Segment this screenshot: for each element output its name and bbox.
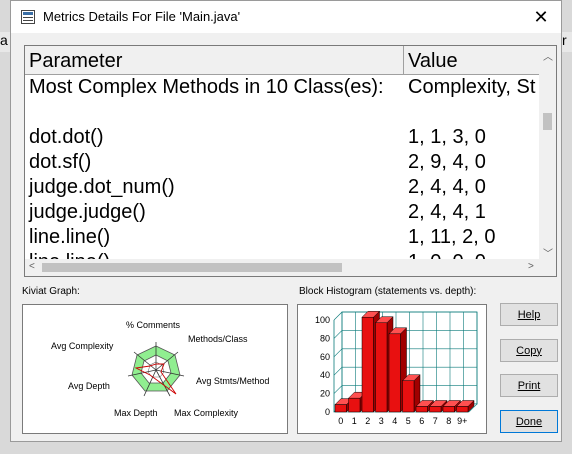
histogram-bar — [348, 397, 361, 413]
metrics-dialog: Metrics Details For File 'Main.java' ✕ P… — [10, 0, 562, 442]
histogram-x-tick: 3 — [379, 416, 384, 426]
histogram-bar — [375, 322, 388, 413]
app-icon — [21, 10, 35, 24]
column-header-value[interactable]: Value — [404, 46, 541, 74]
parameter-cell: judge.judge() — [29, 201, 146, 223]
histogram-y-tick: 0 — [325, 407, 330, 417]
histogram-x-tick: 2 — [365, 416, 370, 426]
value-cell: 1, 1, 3, 0 — [408, 126, 486, 148]
kiviat-panel: % Comments Methods/Class Avg Stmts/Metho… — [22, 304, 288, 434]
value-cell: 2, 4, 4, 1 — [408, 201, 486, 223]
background-text: a — [0, 32, 8, 48]
help-button[interactable]: Help — [500, 303, 558, 326]
vertical-scrollbar[interactable]: ︿ ﹀ — [539, 46, 556, 260]
histogram-gridline — [333, 366, 343, 376]
scroll-left-icon[interactable]: < — [29, 261, 35, 272]
histogram-x-tick: 6 — [419, 416, 424, 426]
histogram-y-tick: 20 — [320, 389, 330, 399]
table-row[interactable]: line.line() 1, 11, 2, 0 — [25, 226, 541, 251]
kiviat-axis-label: Max Complexity — [174, 408, 239, 418]
kiviat-axis-label: Max Depth — [114, 408, 158, 418]
title-bar[interactable]: Metrics Details For File 'Main.java' ✕ — [11, 1, 561, 33]
table-row[interactable]: Most Complex Methods in 10 Class(es): Com… — [25, 76, 541, 101]
scroll-corner — [539, 259, 556, 276]
histogram-gridline — [333, 330, 343, 339]
parameter-cell: line.line() — [29, 226, 111, 248]
kiviat-axis-label: Methods/Class — [188, 334, 248, 344]
histogram-bar — [334, 404, 347, 413]
done-button[interactable]: Done — [500, 410, 558, 433]
histogram-bar — [415, 406, 428, 413]
horizontal-scrollbar[interactable]: < > — [25, 259, 541, 276]
value-cell: 2, 4, 4, 0 — [408, 176, 486, 198]
value-cell: 1, 11, 2, 0 — [408, 226, 496, 248]
background-text-right: r — [562, 32, 567, 48]
copy-button[interactable]: Copy — [500, 339, 558, 362]
histogram-x-tick: 0 — [338, 416, 343, 426]
table-row[interactable]: judge.judge() 2, 4, 4, 1 — [25, 201, 541, 226]
window-title: Metrics Details For File 'Main.java' — [43, 9, 241, 24]
histogram-y-tick: 60 — [320, 352, 330, 362]
histogram-gridline — [333, 385, 343, 394]
column-header-parameter[interactable]: Parameter — [25, 46, 404, 74]
parameter-cell: dot.sf() — [29, 151, 92, 173]
scroll-right-icon[interactable]: > — [528, 261, 534, 272]
print-button-label: Print — [517, 379, 541, 392]
histogram-bar — [456, 406, 469, 413]
horizontal-scroll-thumb[interactable] — [42, 263, 342, 272]
kiviat-axis-label: Avg Complexity — [51, 341, 114, 351]
kiviat-axis-label: Avg Depth — [68, 381, 110, 391]
close-icon[interactable]: ✕ — [521, 1, 561, 33]
histogram-bar — [429, 406, 442, 413]
parameter-cell: judge.dot_num() — [29, 176, 175, 198]
histogram-x-tick: 1 — [352, 416, 357, 426]
histogram-x-tick: 4 — [392, 416, 397, 426]
histogram-bar — [442, 406, 455, 413]
grid-header: Parameter Value — [25, 46, 541, 75]
print-button[interactable]: Print — [500, 374, 558, 397]
histogram-y-tick: 80 — [320, 333, 330, 343]
vertical-scroll-thumb[interactable] — [543, 113, 552, 130]
kiviat-axis-label: Avg Stmts/Method — [196, 376, 270, 386]
histogram-gridline — [333, 348, 343, 358]
histogram-bar — [361, 316, 374, 413]
value-cell: Complexity, St — [408, 76, 536, 98]
value-cell: 2, 9, 4, 0 — [408, 151, 486, 173]
histogram-bar — [402, 380, 415, 413]
help-button-label: Help — [517, 308, 541, 321]
scroll-up-icon[interactable]: ︿ — [543, 48, 553, 63]
table-row[interactable]: dot.sf() 2, 9, 4, 0 — [25, 151, 541, 176]
metrics-grid[interactable]: Parameter Value Most Complex Methods in … — [24, 45, 557, 277]
scroll-down-icon[interactable]: ﹀ — [543, 245, 553, 260]
copy-button-label: Copy — [516, 344, 542, 357]
histogram-x-tick: 8 — [446, 416, 451, 426]
parameter-cell: Most Complex Methods in 10 Class(es): — [29, 76, 384, 98]
kiviat-label: Kiviat Graph: — [22, 286, 80, 297]
histogram-gridline — [333, 311, 343, 321]
parameter-cell: dot.dot() — [29, 126, 104, 148]
histogram-panel: 100 80 60 40 20 0 0 1 2 3 4 5 6 7 8 9+ — [297, 304, 487, 434]
histogram-x-tick: 9+ — [457, 416, 467, 426]
kiviat-axis-label: % Comments — [126, 320, 181, 330]
histogram-y-tick: 40 — [320, 370, 330, 380]
table-row[interactable] — [25, 101, 541, 126]
block-histogram: 1008060402000 1 2 3 4 5 6 7 8 9+ — [315, 310, 478, 426]
histogram-bar — [388, 333, 401, 413]
histogram-label: Block Histogram (statements vs. depth): — [299, 286, 477, 297]
histogram-x-tick: 7 — [433, 416, 438, 426]
histogram-y-tick: 100 — [315, 315, 330, 325]
table-row[interactable]: judge.dot_num() 2, 4, 4, 0 — [25, 176, 541, 201]
histogram-x-tick: 5 — [406, 416, 411, 426]
table-row[interactable]: dot.dot() 1, 1, 3, 0 — [25, 126, 541, 151]
done-button-label: Done — [515, 415, 543, 428]
